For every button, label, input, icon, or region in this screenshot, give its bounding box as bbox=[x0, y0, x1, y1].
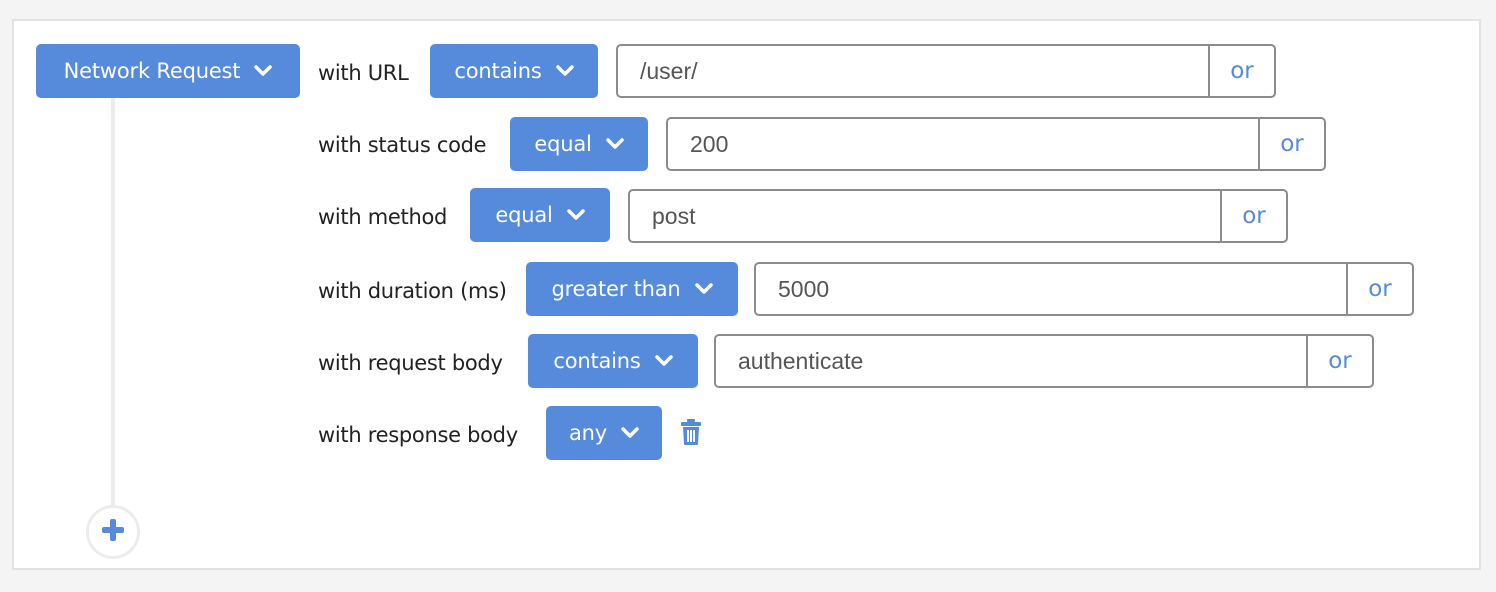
or-button[interactable]: or bbox=[1258, 119, 1324, 169]
operator-label: equal bbox=[534, 132, 592, 156]
request-body-operator-dropdown[interactable]: contains bbox=[528, 334, 698, 388]
condition-label-url: with URL bbox=[318, 61, 409, 85]
or-button[interactable]: or bbox=[1208, 46, 1274, 96]
condition-label-method: with method bbox=[318, 205, 448, 229]
chevron-down-icon bbox=[621, 427, 639, 439]
trash-icon[interactable] bbox=[680, 418, 704, 446]
url-value-group: or bbox=[616, 44, 1276, 98]
condition-label-duration: with duration (ms) bbox=[318, 279, 507, 303]
operator-label: contains bbox=[553, 349, 641, 373]
or-button[interactable]: or bbox=[1306, 336, 1372, 386]
status-code-operator-dropdown[interactable]: equal bbox=[510, 117, 648, 171]
operator-label: greater than bbox=[551, 277, 681, 301]
chevron-down-icon bbox=[605, 138, 624, 150]
method-value-group: or bbox=[628, 189, 1288, 243]
duration-operator-dropdown[interactable]: greater than bbox=[526, 262, 738, 316]
status-code-value-input[interactable] bbox=[668, 119, 1258, 169]
chevron-down-icon bbox=[566, 209, 585, 221]
plus-icon bbox=[101, 518, 125, 547]
duration-value-input[interactable] bbox=[756, 264, 1346, 314]
chevron-down-icon bbox=[555, 65, 574, 77]
condition-label-response-body: with response body bbox=[318, 423, 518, 447]
chevron-down-icon bbox=[654, 355, 673, 367]
chevron-down-icon bbox=[254, 65, 273, 77]
method-operator-dropdown[interactable]: equal bbox=[470, 188, 610, 242]
request-body-value-group: or bbox=[714, 334, 1374, 388]
operator-label: any bbox=[568, 421, 607, 445]
or-button[interactable]: or bbox=[1346, 264, 1412, 314]
operator-label: equal bbox=[495, 203, 553, 227]
tree-connector-line bbox=[111, 97, 115, 509]
chevron-down-icon bbox=[694, 283, 713, 295]
condition-label-status-code: with status code bbox=[318, 133, 487, 157]
url-operator-dropdown[interactable]: contains bbox=[430, 44, 598, 98]
or-button[interactable]: or bbox=[1220, 191, 1286, 241]
response-body-operator-dropdown[interactable]: any bbox=[546, 406, 662, 460]
add-condition-button[interactable] bbox=[86, 505, 140, 559]
status-code-value-group: or bbox=[666, 117, 1326, 171]
request-body-value-input[interactable] bbox=[716, 336, 1306, 386]
operator-label: contains bbox=[454, 59, 542, 83]
duration-value-group: or bbox=[754, 262, 1414, 316]
method-value-input[interactable] bbox=[630, 191, 1220, 241]
event-type-dropdown[interactable]: Network Request bbox=[36, 44, 300, 98]
event-type-label: Network Request bbox=[63, 59, 241, 83]
url-value-input[interactable] bbox=[618, 46, 1208, 96]
condition-label-request-body: with request body bbox=[318, 351, 503, 375]
